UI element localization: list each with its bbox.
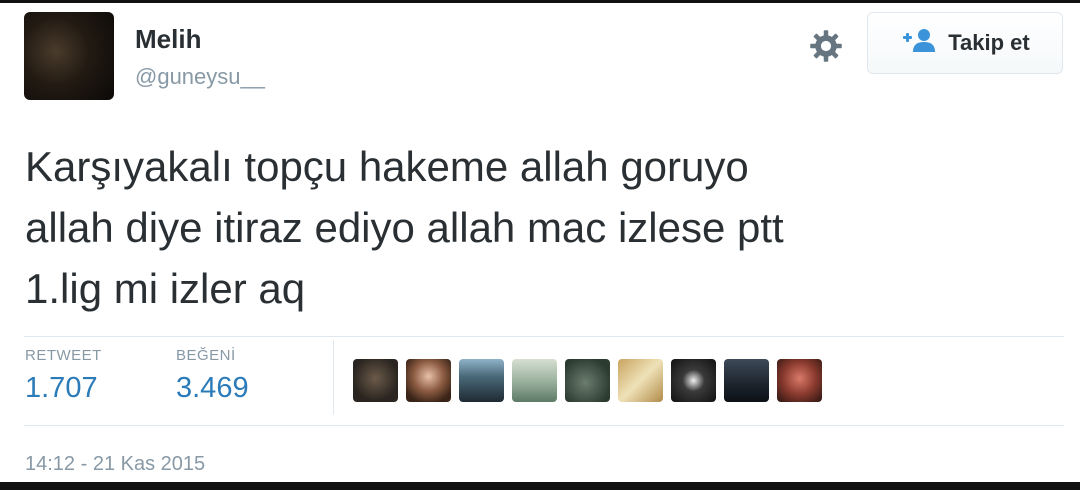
tweet-timestamp[interactable]: 14:12 - 21 Kas 2015 <box>25 453 205 476</box>
stats-separator <box>333 340 334 415</box>
tweet-text: Karşıyakalı topçu hakeme allah goruyo al… <box>25 136 1025 319</box>
liker-avatar[interactable] <box>777 359 822 402</box>
like-stat[interactable]: BEĞENİ 3.469 <box>176 347 249 405</box>
gear-icon[interactable] <box>808 28 844 64</box>
tweet-line: allah diye itiraz ediyo allah mac izlese… <box>25 204 784 251</box>
liker-avatar[interactable] <box>618 359 663 402</box>
tweet-line: 1.lig mi izler aq <box>25 265 306 312</box>
bottom-frame-bar <box>0 482 1080 490</box>
add-user-icon <box>900 27 938 59</box>
profile-avatar[interactable] <box>24 12 114 100</box>
liker-avatar[interactable] <box>724 359 769 402</box>
stats-divider-bottom <box>24 425 1064 426</box>
like-count[interactable]: 3.469 <box>176 372 249 405</box>
like-label: BEĞENİ <box>176 347 236 364</box>
tweet-line: Karşıyakalı topçu hakeme allah goruyo <box>25 143 749 190</box>
liker-avatar[interactable] <box>353 359 398 402</box>
top-frame-bar <box>0 0 1080 3</box>
follow-button-label: Takip et <box>948 30 1030 55</box>
liker-avatar[interactable] <box>671 359 716 402</box>
liker-avatar[interactable] <box>406 359 451 402</box>
liker-avatar[interactable] <box>459 359 504 402</box>
liker-avatar[interactable] <box>565 359 610 402</box>
display-name[interactable]: Melih <box>135 24 201 55</box>
username[interactable]: @guneysu__ <box>135 64 265 90</box>
follow-button[interactable]: Takip et <box>867 12 1063 74</box>
liked-by-avatars <box>353 359 822 402</box>
liker-avatar[interactable] <box>512 359 557 402</box>
retweet-stat[interactable]: RETWEET 1.707 <box>25 347 102 405</box>
stats-divider-top <box>24 336 1064 337</box>
retweet-count[interactable]: 1.707 <box>25 372 102 405</box>
retweet-label: RETWEET <box>25 347 102 364</box>
